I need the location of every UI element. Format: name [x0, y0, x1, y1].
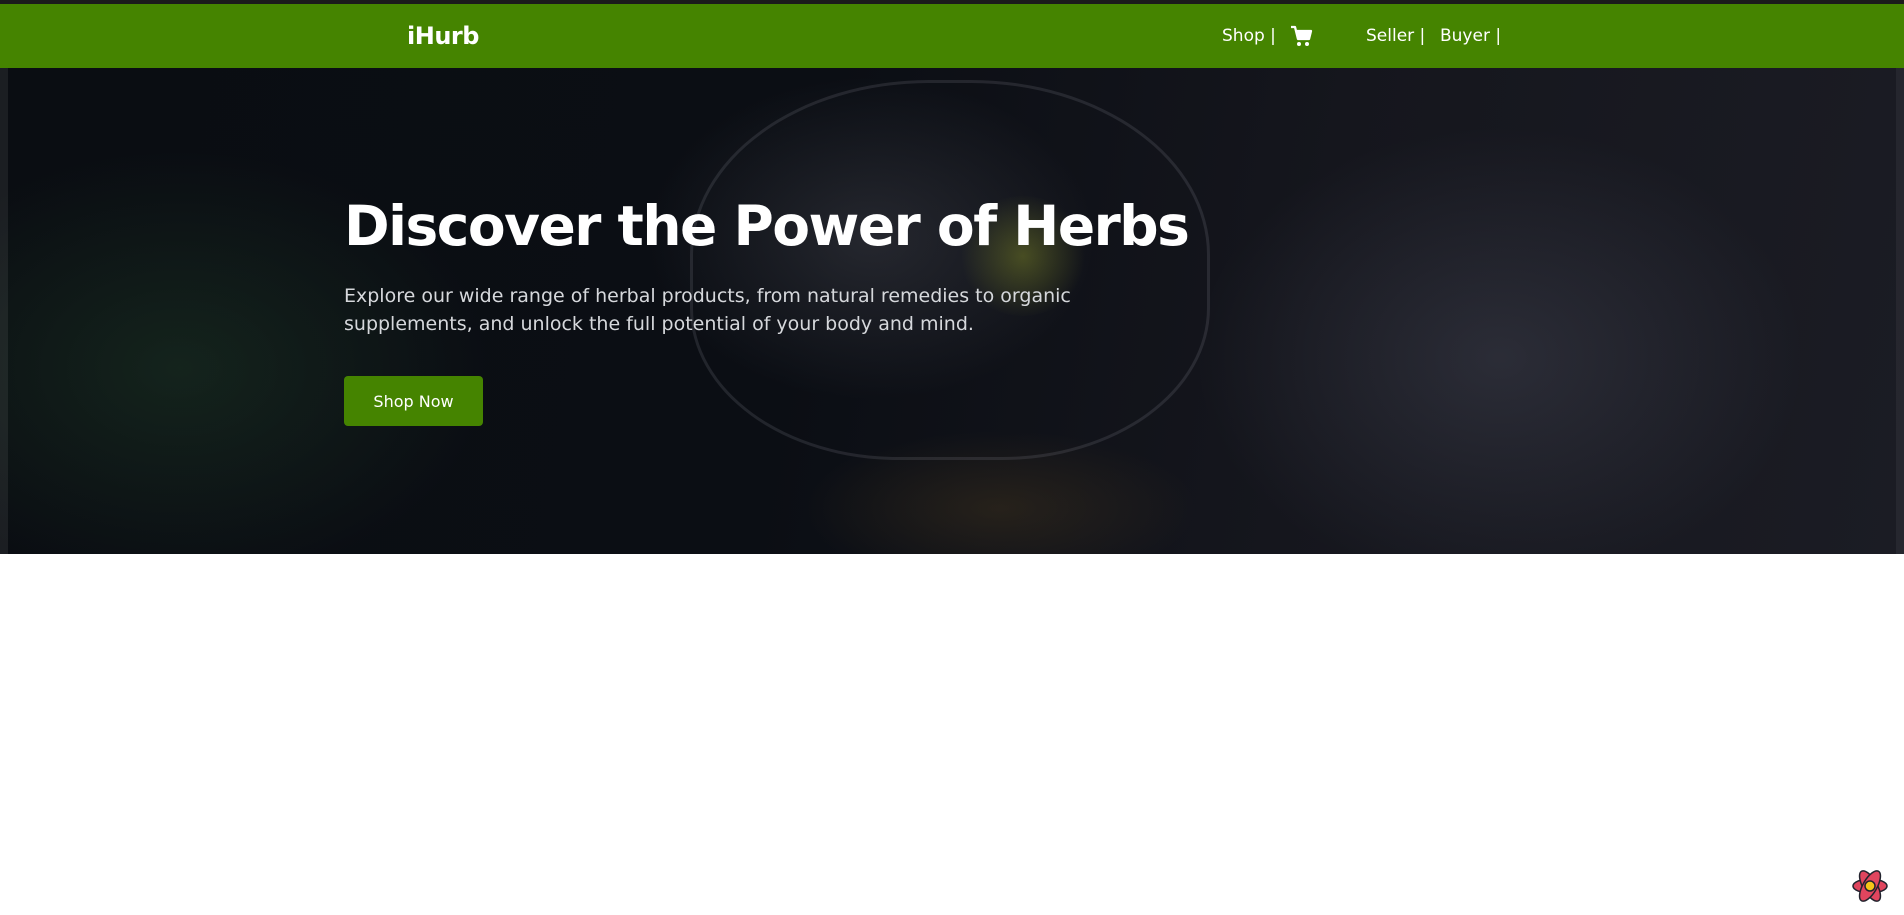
hero-edge-right [1896, 68, 1904, 554]
navbar: iHurb Shop | Seller | Buyer | [0, 4, 1904, 68]
shop-now-button[interactable]: Shop Now [344, 376, 483, 426]
shopping-cart-icon[interactable] [1290, 24, 1314, 48]
nav-link-seller[interactable]: Seller | [1366, 26, 1425, 46]
nav-link-shop[interactable]: Shop | [1222, 26, 1276, 46]
nav-link-buyer[interactable]: Buyer | [1440, 26, 1501, 46]
hero-glass-cup-decoration [690, 80, 1210, 460]
hero-banner: Discover the Power of Herbs Explore our … [0, 68, 1904, 554]
hero-subtitle: Explore our wide range of herbal product… [344, 285, 1071, 335]
brand-logo[interactable]: iHurb [407, 22, 479, 50]
react-atom-icon[interactable] [1849, 865, 1891, 907]
hero-edge-left [0, 68, 8, 554]
hero-title: Discover the Power of Herbs [344, 194, 1190, 258]
